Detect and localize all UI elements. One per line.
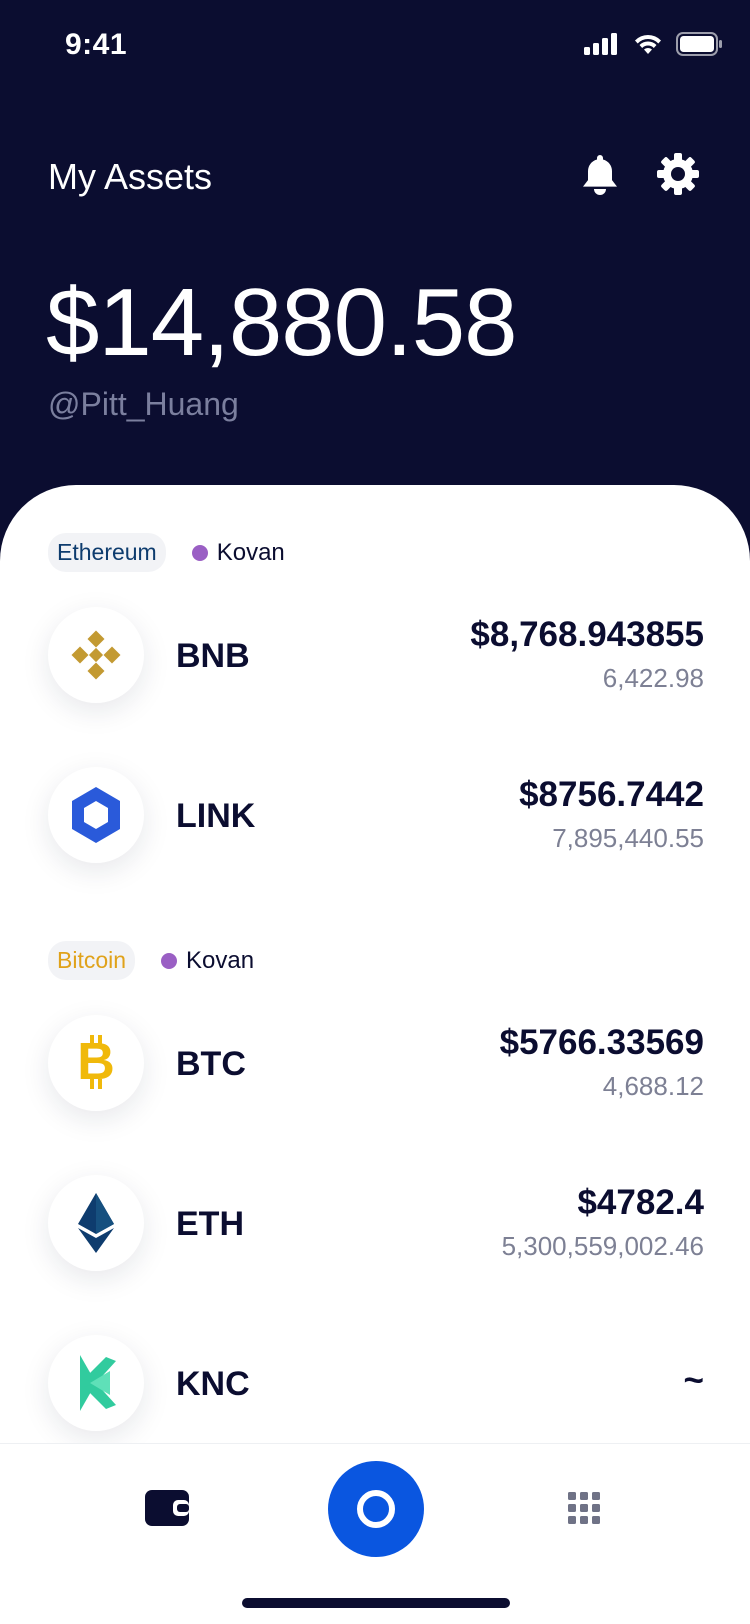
status-time: 9:41 [65,28,128,61]
status-bar: 9:41 [0,0,750,92]
network-label: Kovan [191,538,285,567]
svg-text:B: B [77,1033,115,1091]
asset-value: $5766.33569 [499,1023,704,1062]
network-dot-icon [191,544,208,561]
apps-grid-icon [568,1492,600,1524]
tab-wallet[interactable] [145,1490,189,1526]
status-icons [584,32,722,56]
bell-icon [583,155,617,195]
asset-symbol: ETH [176,1205,244,1243]
kyber-icon [48,1335,144,1431]
group-header-ethereum: Ethereum Kovan [48,533,285,572]
network-name: Kovan [186,946,255,974]
asset-amount: 4,688.12 [602,1071,704,1101]
wifi-icon [635,34,661,54]
tab-center-button[interactable] [328,1461,424,1557]
notifications-button[interactable] [578,152,622,196]
ethereum-icon [48,1175,144,1271]
bitcoin-icon: B [48,1015,144,1111]
asset-value: $8756.7442 [519,775,704,814]
chain-chip[interactable]: Ethereum [48,533,166,572]
tab-apps[interactable] [568,1492,600,1524]
asset-amount: 6,422.98 [602,663,704,693]
gear-icon [657,153,699,195]
asset-value: $4782.4 [577,1183,704,1222]
chainlink-icon [48,767,144,863]
tab-bar [0,1443,750,1624]
asset-amount: 7,895,440.55 [552,823,704,853]
header: My Assets [0,140,750,220]
wallet-icon [145,1490,189,1526]
asset-symbol: BTC [176,1045,246,1083]
asset-symbol: KNC [176,1365,250,1403]
asset-row-bnb[interactable]: BNB $8,768.943855 6,422.98 [0,607,750,707]
asset-value: $8,768.943855 [470,615,704,654]
network-label: Kovan [161,947,254,975]
bnb-icon [48,607,144,703]
asset-row-knc[interactable]: KNC ~ [0,1335,750,1435]
asset-row-eth[interactable]: ETH $4782.4 5,300,559,002.46 [0,1175,750,1275]
network-dot-icon [161,952,178,969]
network-name: Kovan [216,538,285,566]
battery-icon [676,32,722,56]
group-header-bitcoin: Bitcoin Kovan [48,941,254,980]
total-balance: $14,880.58 [46,269,517,376]
cellular-signal-icon [584,33,617,55]
settings-button[interactable] [656,152,700,196]
asset-amount: 5,300,559,002.46 [501,1231,704,1261]
asset-value: ~ [683,1361,704,1400]
asset-row-btc[interactable]: B BTC $5766.33569 4,688.12 [0,1015,750,1115]
home-indicator [242,1598,510,1608]
page-title: My Assets [48,156,213,197]
asset-symbol: LINK [176,797,256,835]
user-handle: @Pitt_Huang [48,386,239,422]
circle-icon [357,1490,395,1528]
chain-chip[interactable]: Bitcoin [48,941,136,980]
asset-symbol: BNB [176,637,250,675]
asset-row-link[interactable]: LINK $8756.7442 7,895,440.55 [0,767,750,867]
